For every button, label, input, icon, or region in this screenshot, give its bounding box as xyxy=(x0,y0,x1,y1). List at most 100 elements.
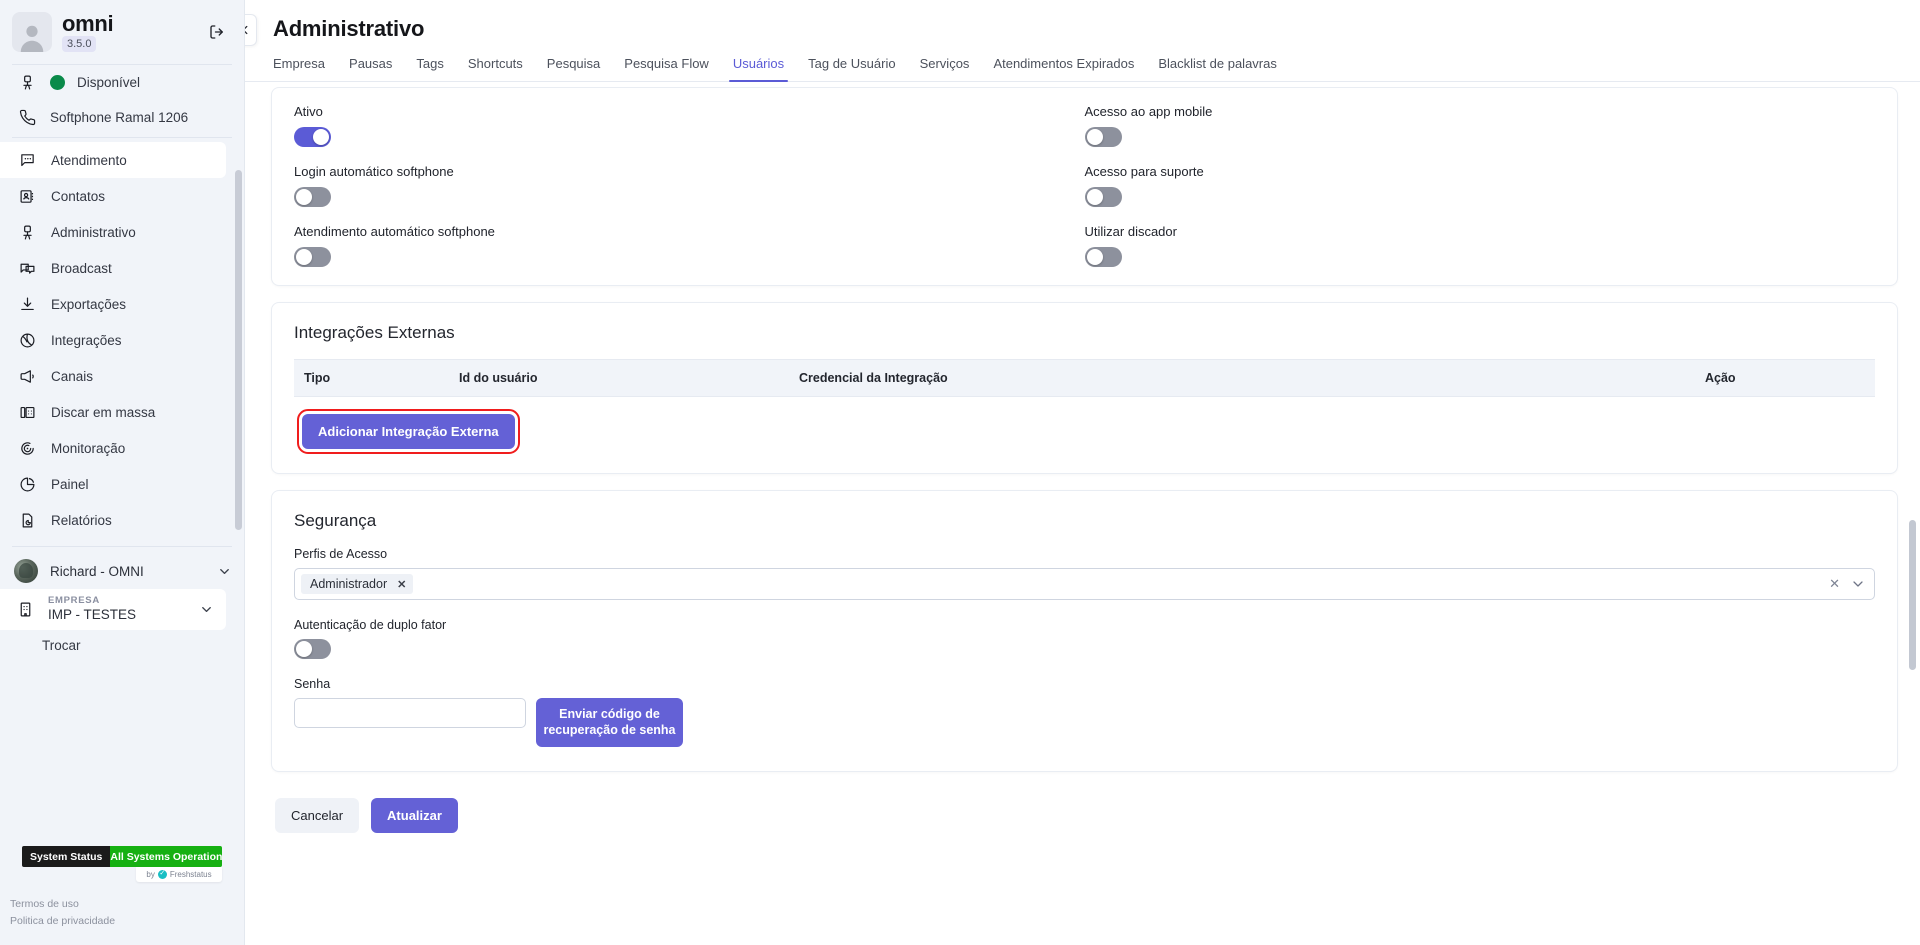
sidebar-item-label: Atendimento xyxy=(51,152,127,168)
company-label: EMPRESA xyxy=(48,595,100,607)
report-doc-icon xyxy=(16,510,38,530)
sidebar-item-canais[interactable]: Canais xyxy=(0,358,226,394)
toggle-login-automatico-softphone[interactable] xyxy=(294,187,331,207)
toggle-two-factor[interactable] xyxy=(294,639,331,659)
toggle-ativo[interactable] xyxy=(294,127,331,147)
column-header-tipo: Tipo xyxy=(294,359,449,397)
sidebar-item-label: Relatórios xyxy=(51,512,112,528)
brand-name: omni xyxy=(62,11,114,36)
tab-tags[interactable]: Tags xyxy=(404,56,455,81)
sidebar-item-exportacoes[interactable]: Exportações xyxy=(0,286,226,322)
agent-status[interactable]: Disponível xyxy=(0,65,244,100)
toggle-knob xyxy=(296,189,312,205)
field-label: Login automático softphone xyxy=(294,164,454,179)
building-icon xyxy=(14,601,36,618)
softphone-status[interactable]: Softphone Ramal 1206 xyxy=(0,100,244,135)
profile-chip: Administrador ✕ xyxy=(301,574,414,594)
pie-chart-icon xyxy=(16,474,38,494)
toggle-acesso-app-mobile[interactable] xyxy=(1084,127,1122,147)
logout-icon[interactable] xyxy=(204,19,230,45)
toggle-utilizar-discador[interactable] xyxy=(1084,247,1122,267)
sidebar-item-atendimento[interactable]: Atendimento xyxy=(0,142,226,179)
access-profiles-select[interactable]: Administrador ✕ ✕ xyxy=(294,568,1875,600)
sidebar-company-selector[interactable]: EMPRESA IMP - TESTES xyxy=(0,589,226,630)
tab-pausas[interactable]: Pausas xyxy=(337,56,404,81)
terms-link[interactable]: Termos de uso xyxy=(10,896,244,912)
sidebar-divider-3 xyxy=(12,546,232,548)
add-integration-highlight: Adicionar Integração Externa xyxy=(297,409,520,454)
sidebar-item-label: Contatos xyxy=(51,188,106,204)
agent-status-label: Disponível xyxy=(77,75,141,91)
download-icon xyxy=(16,294,38,314)
brand: omni 3.5.0 xyxy=(62,11,194,53)
tab-bar: Empresa Pausas Tags Shortcuts Pesquisa P… xyxy=(245,42,1920,82)
tab-empresa[interactable]: Empresa xyxy=(273,56,337,81)
add-external-integration-button[interactable]: Adicionar Integração Externa xyxy=(302,414,515,449)
sidebar-item-label: Painel xyxy=(51,476,89,492)
sidebar-item-discar-em-massa[interactable]: Discar em massa xyxy=(0,394,226,430)
main-content: Administrativo Empresa Pausas Tags Short… xyxy=(245,0,1920,945)
provider-name: Freshstatus xyxy=(169,870,212,880)
user-avatar xyxy=(14,559,38,584)
chevron-left-icon xyxy=(245,25,247,35)
system-status-label: System Status xyxy=(22,846,111,868)
tab-usuarios[interactable]: Usuários xyxy=(721,56,796,82)
send-recovery-code-button[interactable]: Enviar código de recuperação de senha xyxy=(536,698,683,747)
close-icon[interactable]: ✕ xyxy=(397,578,406,591)
toggle-atendimento-automatico-softphone[interactable] xyxy=(294,247,331,267)
sidebar-item-broadcast[interactable]: Broadcast xyxy=(0,250,226,286)
field-label: Acesso ao app mobile xyxy=(1084,104,1213,119)
security-card: Segurança Perfis de Acesso Administrador… xyxy=(271,490,1898,772)
field-atendimento-automatico-softphone: Atendimento automático softphone xyxy=(294,224,1085,267)
deskphone-icon xyxy=(16,402,38,422)
contact-card-icon xyxy=(16,186,38,206)
sidebar-scrollbar-thumb[interactable] xyxy=(235,170,242,530)
main-scrollbar-thumb[interactable] xyxy=(1909,520,1916,670)
switch-company-link[interactable]: Trocar xyxy=(0,630,244,661)
sidebar-item-administrativo[interactable]: Administrativo xyxy=(0,214,226,250)
company-text: EMPRESA IMP - TESTES xyxy=(48,595,187,622)
tab-blacklist-de-palavras[interactable]: Blacklist de palavras xyxy=(1146,56,1289,81)
sidebar-collapse-button[interactable] xyxy=(245,14,257,46)
system-status-widget[interactable]: System Status All Systems Operational by… xyxy=(22,846,222,883)
sidebar-item-label: Monitoração xyxy=(51,440,126,456)
tab-tag-de-usuario[interactable]: Tag de Usuário xyxy=(796,56,907,81)
toggle-acesso-para-suporte[interactable] xyxy=(1084,187,1122,207)
update-button[interactable]: Atualizar xyxy=(371,797,458,833)
privacy-link[interactable]: Politica de privacidade xyxy=(10,913,244,929)
sidebar-item-relatorios[interactable]: Relatórios xyxy=(0,502,226,538)
tab-pesquisa-flow[interactable]: Pesquisa Flow xyxy=(612,56,721,81)
security-heading: Segurança xyxy=(294,511,377,530)
broadcast-bubbles-icon xyxy=(16,258,38,278)
sidebar-item-label: Canais xyxy=(51,368,94,384)
profile-chip-label: Administrador xyxy=(310,577,388,591)
tab-atendimentos-expirados[interactable]: Atendimentos Expirados xyxy=(981,56,1146,81)
agent-chair-icon xyxy=(16,74,38,91)
sidebar-item-painel[interactable]: Painel xyxy=(0,466,226,502)
column-header-acao: Ação xyxy=(1695,359,1875,397)
chevron-down-icon[interactable] xyxy=(1850,576,1866,592)
main-scrollbar-track[interactable] xyxy=(1909,0,1918,945)
toggle-knob xyxy=(1086,249,1103,265)
sidebar-item-label: Administrativo xyxy=(51,224,136,240)
flags-columns: Ativo Login automático softphone Atendim… xyxy=(294,104,1875,267)
cancel-button[interactable]: Cancelar xyxy=(275,797,360,833)
agent-chair-icon xyxy=(16,222,38,242)
sidebar-user-menu[interactable]: Richard - OMNI xyxy=(0,553,244,589)
system-status-bar[interactable]: System Status All Systems Operational xyxy=(22,846,222,868)
column-header-credencial: Credencial da Integração xyxy=(789,359,1695,397)
password-input[interactable] xyxy=(294,698,526,728)
sidebar-item-contatos[interactable]: Contatos xyxy=(0,178,226,214)
flags-left-column: Ativo Login automático softphone Atendim… xyxy=(294,104,1085,267)
sidebar-item-monitoracao[interactable]: Monitoração xyxy=(0,430,226,466)
tab-pesquisa[interactable]: Pesquisa xyxy=(535,56,612,81)
tab-servicos[interactable]: Serviços xyxy=(908,56,982,81)
toggle-knob xyxy=(296,641,312,657)
sidebar-item-integracoes[interactable]: Integrações xyxy=(0,322,226,358)
sidebar-bottom: System Status All Systems Operational by… xyxy=(0,846,244,945)
chat-bubble-icon xyxy=(16,150,38,170)
freshstatus-icon xyxy=(157,869,167,880)
tab-shortcuts[interactable]: Shortcuts xyxy=(456,56,535,81)
clear-icon[interactable]: ✕ xyxy=(1825,576,1850,592)
sidebar-item-label: Discar em massa xyxy=(51,404,156,420)
